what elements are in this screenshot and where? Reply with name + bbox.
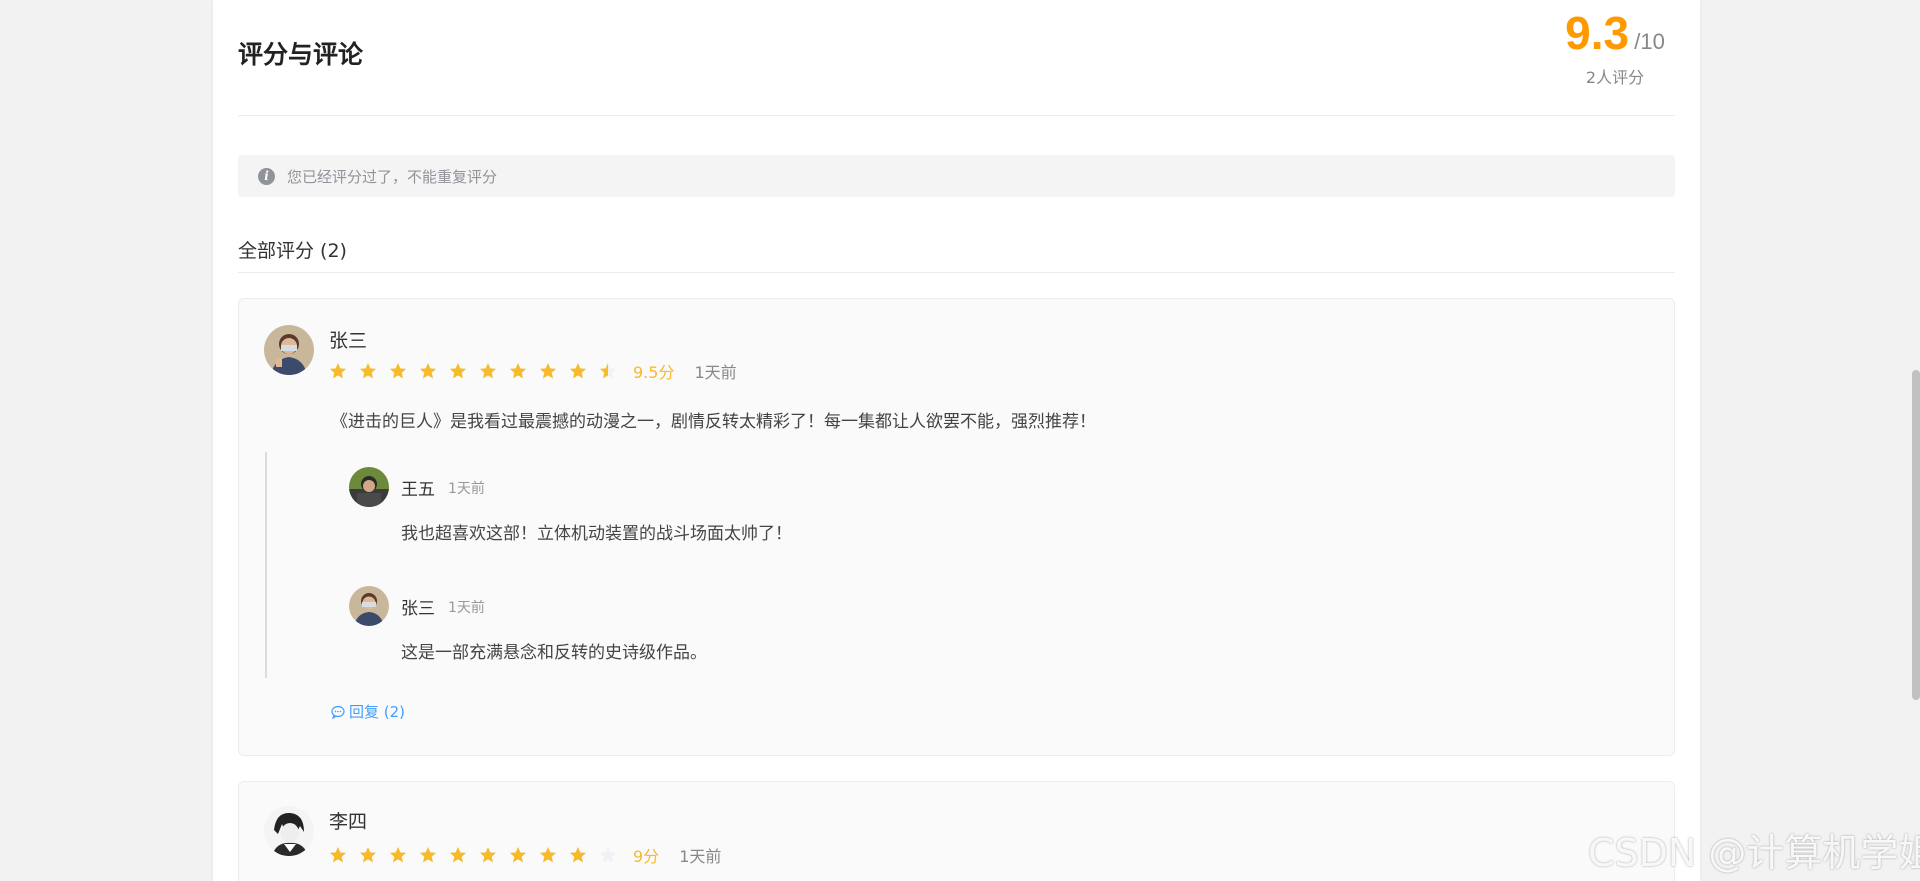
- review-time: 1天前: [679, 847, 722, 866]
- average-score: 9.3: [1565, 7, 1630, 59]
- star-full-icon: [390, 847, 406, 863]
- star-rating: 9.5分 1天前: [329, 359, 737, 383]
- reply-username: 王五: [401, 480, 435, 500]
- star-full-icon: [570, 847, 586, 863]
- star-full-icon: [330, 847, 346, 863]
- star-full-icon: [450, 363, 466, 379]
- star-full-icon: [540, 363, 556, 379]
- reply-text: 我也超喜欢这部！立体机动装置的战斗场面太帅了！: [401, 524, 792, 544]
- avatar[interactable]: [264, 325, 314, 375]
- review-time: 1天前: [694, 363, 737, 382]
- all-reviews-heading: 全部评分 (2): [238, 240, 347, 262]
- star-full-icon: [390, 363, 406, 379]
- reply-button[interactable]: 回复 (2): [331, 701, 405, 722]
- score-summary: 9.3 /10 2人评分: [1560, 6, 1670, 88]
- avatar[interactable]: [264, 806, 314, 856]
- star-full-icon: [540, 847, 556, 863]
- score-total: /10: [1634, 29, 1665, 54]
- rating-value: 9.5分: [633, 363, 675, 382]
- reply-button-label: 回复 (2): [349, 703, 406, 721]
- already-rated-notice: i 您已经评分过了，不能重复评分: [238, 155, 1675, 197]
- star-full-icon: [480, 363, 496, 379]
- section-title: 评分与评论: [238, 40, 364, 69]
- star-full-icon: [360, 363, 376, 379]
- review-comment: 《进击的巨人》是我看过最震撼的动漫之一，剧情反转太精彩了！每一集都让人欲罢不能，…: [331, 412, 1096, 432]
- star-full-icon: [480, 847, 496, 863]
- reply-thread-line: [265, 452, 267, 678]
- divider: [238, 115, 1675, 116]
- notice-text: 您已经评分过了，不能重复评分: [287, 167, 498, 186]
- reply-avatar[interactable]: [349, 467, 389, 507]
- star-half-icon: [600, 363, 616, 379]
- star-full-icon: [360, 847, 376, 863]
- review-card: 张三 9.5分 1天前 《进击的巨人》是我看过最震撼的动漫之一，剧情反转太精彩了…: [238, 298, 1675, 756]
- reply-time: 1天前: [448, 600, 485, 616]
- reply-time: 1天前: [448, 481, 485, 497]
- reply-avatar[interactable]: [349, 586, 389, 626]
- star-empty-icon: [600, 847, 616, 863]
- star-full-icon: [450, 847, 466, 863]
- review-username: 张三: [329, 330, 368, 352]
- watermark: CSDN @计算机学姐: [1588, 831, 1920, 875]
- divider: [238, 272, 1675, 273]
- star-full-icon: [510, 363, 526, 379]
- info-icon: i: [258, 167, 275, 185]
- comment-icon: [331, 705, 345, 719]
- reply-text: 这是一部充满悬念和反转的史诗级作品。: [401, 643, 707, 663]
- star-rating: 9分 1天前: [329, 843, 721, 867]
- scrollbar-thumb[interactable]: [1912, 370, 1920, 700]
- review-username: 李四: [329, 811, 368, 833]
- star-full-icon: [570, 363, 586, 379]
- rating-count: 2人评分: [1585, 68, 1645, 87]
- reply-username: 张三: [401, 599, 435, 619]
- star-full-icon: [420, 363, 436, 379]
- review-card: 李四 9分 1天前: [238, 781, 1675, 881]
- rating-value: 9分: [633, 847, 660, 866]
- star-full-icon: [420, 847, 436, 863]
- star-full-icon: [330, 363, 346, 379]
- star-full-icon: [510, 847, 526, 863]
